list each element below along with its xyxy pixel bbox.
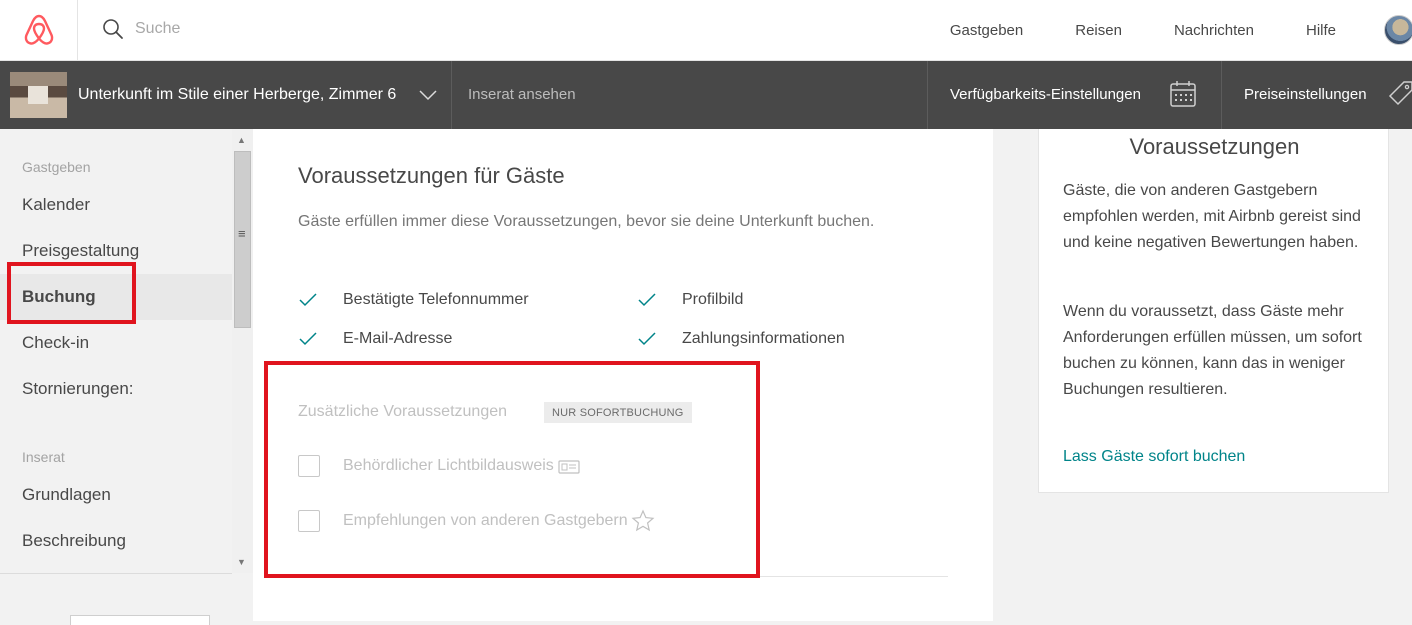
scroll-up-arrow-icon[interactable]: ▲ <box>237 135 246 145</box>
view-listing-link[interactable]: Inserat ansehen <box>468 86 576 103</box>
requirement-item: Bestätigte Telefonnummer <box>298 290 529 310</box>
user-avatar[interactable] <box>1384 15 1412 45</box>
nav-links: Gastgeben Reisen Nachrichten Hilfe <box>924 0 1412 60</box>
scrollbar-thumb[interactable] <box>234 151 251 328</box>
sidebar-scrollbar[interactable]: ▲ ▼ <box>232 129 253 573</box>
sidebar-section-host: Gastgeben <box>22 159 91 175</box>
listing-thumbnail <box>10 72 67 118</box>
search-input[interactable]: Suche <box>135 20 180 38</box>
top-nav: Suche Gastgeben Reisen Nachrichten Hilfe <box>0 0 1412 61</box>
divider <box>927 61 928 129</box>
requirement-item: Profilbild <box>637 290 743 310</box>
highlight-box-booking <box>7 262 136 324</box>
divider <box>0 573 232 574</box>
sidebar-item-cancellations[interactable]: Stornierungen: <box>0 366 232 412</box>
listing-name[interactable]: Unterkunft im Stile einer Herberge, Zimm… <box>78 86 396 104</box>
sidebar-item-description[interactable]: Beschreibung <box>0 518 232 564</box>
requirement-item: Zahlungsinformationen <box>637 329 845 349</box>
requirement-item: E-Mail-Adresse <box>298 329 452 349</box>
requirement-label: Bestätigte Telefonnummer <box>343 291 529 308</box>
highlight-box-additional-requirements <box>264 361 760 578</box>
nav-link-help[interactable]: Hilfe <box>1280 22 1362 39</box>
chevron-down-icon[interactable] <box>417 88 439 102</box>
search-icon <box>103 19 123 39</box>
info-panel-paragraph: Wenn du voraussetzt, dass Gäste mehr Anf… <box>1063 303 1362 398</box>
info-panel-paragraph: Gäste, die von anderen Gastgebern empfoh… <box>1063 182 1361 251</box>
checkmark-icon <box>299 332 317 346</box>
info-panel: Voraussetzungen Gäste, die von anderen G… <box>1038 129 1389 493</box>
sidebar-section-listing: Inserat <box>22 449 65 465</box>
search-bar[interactable]: Suche <box>102 14 180 44</box>
nav-link-host[interactable]: Gastgeben <box>924 22 1049 39</box>
sidebar-item-calendar[interactable]: Kalender <box>0 182 232 228</box>
availability-settings-link[interactable]: Verfügbarkeits-Einstellungen <box>950 86 1141 103</box>
divider <box>1221 61 1222 129</box>
requirement-label: Zahlungsinformationen <box>682 330 845 347</box>
checkmark-icon <box>299 293 317 307</box>
scroll-down-arrow-icon[interactable]: ▼ <box>237 557 246 567</box>
sidebar-item-checkin[interactable]: Check-in <box>0 320 232 366</box>
nav-link-trips[interactable]: Reisen <box>1049 22 1148 39</box>
pricing-settings-link[interactable]: Preiseinstellungen <box>1244 86 1367 103</box>
info-panel-title: Voraussetzungen <box>1129 134 1300 159</box>
checkmark-icon <box>638 332 656 346</box>
price-tag-icon[interactable] <box>1386 78 1412 110</box>
page-subtitle: Gäste erfüllen immer diese Voraussetzung… <box>298 213 875 230</box>
checkmark-icon <box>638 293 656 307</box>
requirement-label: E-Mail-Adresse <box>343 330 453 347</box>
sidebar-bottom-button[interactable] <box>70 615 210 625</box>
calendar-icon[interactable] <box>1169 80 1197 108</box>
page-title: Voraussetzungen für Gäste <box>298 163 565 188</box>
listing-bar: Unterkunft im Stile einer Herberge, Zimm… <box>0 61 1412 129</box>
nav-link-messages[interactable]: Nachrichten <box>1148 22 1280 39</box>
divider <box>451 61 452 129</box>
airbnb-logo-icon[interactable] <box>0 0 78 60</box>
sidebar: Gastgeben Kalender Preisgestaltung Buchu… <box>0 129 253 625</box>
sidebar-item-basics[interactable]: Grundlagen <box>0 472 232 518</box>
requirement-label: Profilbild <box>682 291 744 308</box>
instant-book-link[interactable]: Lass Gäste sofort buchen <box>1063 448 1245 466</box>
